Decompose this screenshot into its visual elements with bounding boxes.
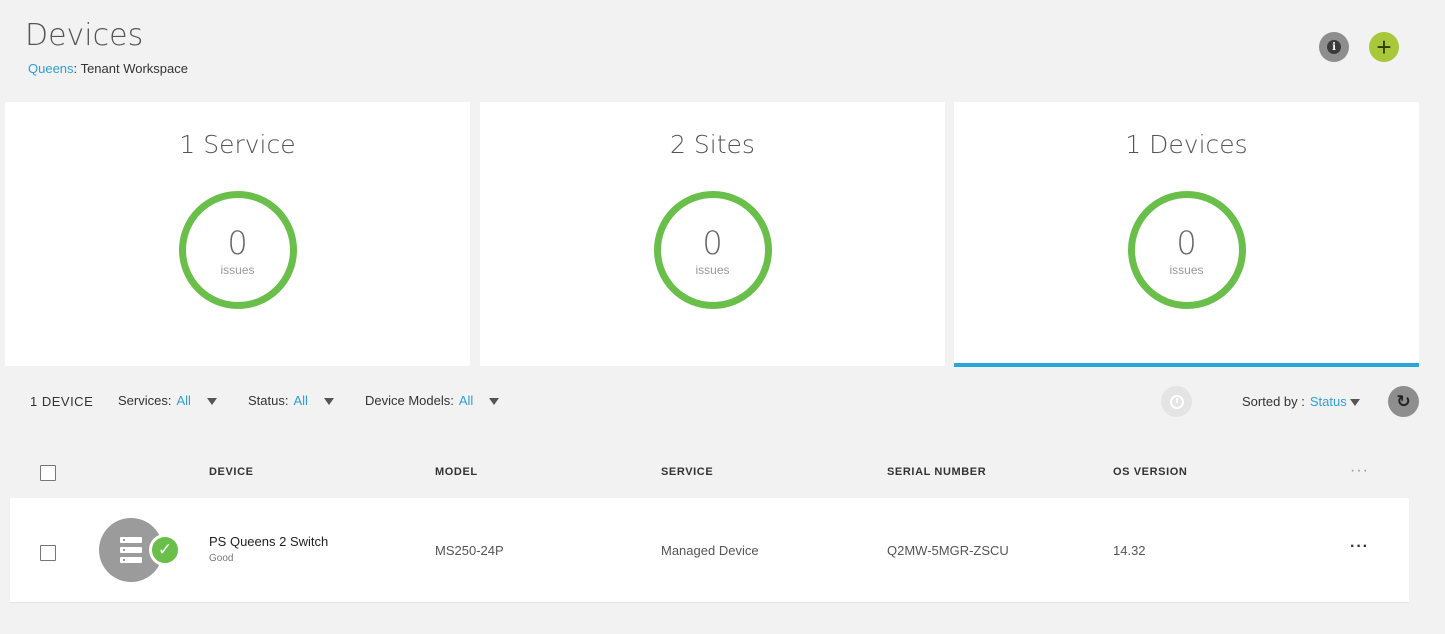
info-icon: i	[1327, 40, 1341, 54]
device-name[interactable]: PS Queens 2 Switch	[209, 534, 328, 549]
checkmark-icon: ✓	[149, 534, 181, 566]
filter-label: Device Models:	[365, 393, 454, 408]
caret-down-icon	[1349, 398, 1360, 406]
plus-icon: +	[1376, 32, 1392, 62]
card-title: 1 Devices	[1125, 130, 1248, 159]
device-health: Good	[209, 553, 234, 564]
filter-value: All	[293, 393, 308, 408]
filter-services[interactable]: Services: All	[118, 393, 217, 408]
auto-refresh-button[interactable]	[1161, 386, 1192, 417]
refresh-button[interactable]: ↻	[1388, 386, 1419, 417]
issue-count: 0	[702, 224, 723, 262]
breadcrumb-current: Tenant Workspace	[80, 61, 188, 76]
column-header-serial-number[interactable]: SERIAL NUMBER	[887, 466, 986, 478]
filter-status[interactable]: Status: All	[248, 393, 334, 408]
breadcrumb: Queens: Tenant Workspace	[28, 61, 188, 76]
filter-value: All	[176, 393, 191, 408]
sort-label: Sorted by :	[1242, 394, 1305, 409]
device-os-version: 14.32	[1113, 543, 1146, 558]
caret-down-icon	[323, 398, 334, 405]
issue-count: 0	[227, 224, 248, 262]
device-service: Managed Device	[661, 543, 759, 558]
caret-down-icon	[206, 398, 217, 405]
row-more-dots-icon[interactable]: ···	[1350, 538, 1369, 556]
more-dots-icon[interactable]: ···	[1350, 462, 1369, 480]
status-ring: 0 issues	[653, 191, 772, 309]
summary-card-devices[interactable]: 1 Devices 0 issues	[954, 102, 1419, 367]
row-checkbox[interactable]	[40, 545, 56, 561]
table-header: DEVICE MODEL SERVICE SERIAL NUMBER OS VE…	[0, 462, 1445, 484]
server-icon	[120, 537, 142, 563]
sort-control[interactable]: Sorted by : Status	[1242, 394, 1360, 409]
column-header-model[interactable]: MODEL	[435, 466, 478, 478]
refresh-icon: ↻	[1396, 391, 1411, 411]
card-title: 1 Service	[179, 130, 296, 159]
device-serial-number: Q2MW-5MGR-ZSCU	[887, 543, 1009, 558]
select-all-checkbox[interactable]	[40, 465, 56, 481]
summary-card-sites[interactable]: 2 Sites 0 issues	[480, 102, 945, 366]
sort-value: Status	[1309, 394, 1347, 409]
info-button[interactable]: i	[1319, 32, 1349, 62]
issue-label: issues	[695, 263, 730, 277]
breadcrumb-separator: :	[73, 61, 78, 76]
issue-count: 0	[1176, 224, 1197, 262]
filter-label: Services:	[118, 393, 172, 408]
page-title: Devices	[25, 18, 144, 53]
filter-label: Status:	[248, 393, 289, 408]
issue-label: issues	[1169, 263, 1204, 277]
filter-device-models[interactable]: Device Models: All	[365, 393, 500, 408]
status-ring: 0 issues	[1127, 191, 1246, 309]
timer-icon	[1169, 394, 1184, 409]
column-header-device[interactable]: DEVICE	[209, 466, 254, 478]
status-ring: 0 issues	[178, 191, 297, 309]
column-header-service[interactable]: SERVICE	[661, 466, 713, 478]
active-card-indicator	[954, 363, 1419, 367]
table-row[interactable]: ✓ PS Queens 2 Switch Good MS250-24P Mana…	[10, 498, 1409, 602]
device-toolbar: 1 DEVICE Services: All Status: All Devic…	[0, 386, 1445, 417]
column-header-os-version[interactable]: OS VERSION	[1113, 466, 1187, 478]
breadcrumb-link-queens[interactable]: Queens	[28, 61, 74, 76]
device-count: 1 DEVICE	[30, 394, 94, 409]
caret-down-icon	[489, 398, 500, 405]
issue-label: issues	[220, 263, 255, 277]
device-model: MS250-24P	[435, 543, 504, 558]
add-device-button[interactable]: +	[1369, 32, 1399, 62]
summary-card-services[interactable]: 1 Service 0 issues	[5, 102, 470, 366]
filter-value: All	[458, 393, 474, 408]
card-title: 2 Sites	[670, 130, 755, 159]
